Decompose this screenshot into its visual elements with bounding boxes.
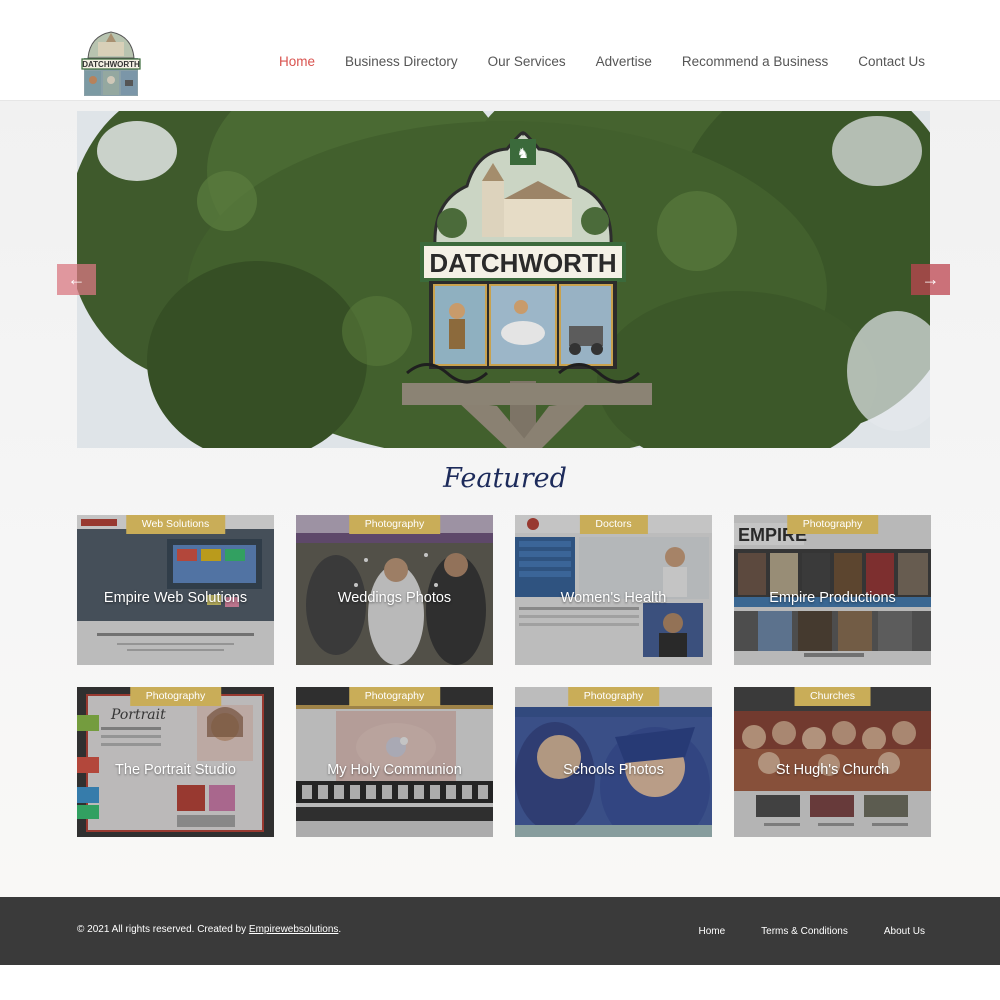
hero-image: ♞ DATCHWORTH [77,111,930,448]
featured-card-st-hughs-church[interactable]: Churches St Hugh's Church [734,687,931,837]
card-category-badge[interactable]: Web Solutions [125,515,226,534]
card-category-badge[interactable]: Churches [794,687,871,706]
card-title: Schools Photos [563,762,664,778]
featured-card-weddings-photos[interactable]: Photography Weddings Photos [296,515,493,665]
site-footer: © 2021 All rights reserved. Created by E… [0,897,1000,965]
featured-card-holy-communion[interactable]: Photography My Holy Communion [296,687,493,837]
datchworth-logo[interactable]: DATCHWORTH [80,28,142,98]
card-category-badge[interactable]: Photography [786,515,879,534]
slider-prev-arrow-icon[interactable]: ← [57,264,96,295]
main-nav: Home Business Directory Our Services Adv… [249,54,925,69]
card-title: Weddings Photos [337,590,452,606]
page-bottom [0,965,1000,1000]
nav-recommend-business[interactable]: Recommend a Business [682,54,828,69]
featured-card-schools-photos[interactable]: Photography Schools Photos [515,687,712,837]
card-title: My Holy Communion [327,762,462,778]
nav-advertise[interactable]: Advertise [596,54,652,69]
featured-card-portrait-studio[interactable]: Portrait Photography The Portrait Studio [77,687,274,837]
featured-heading: Featured [443,463,567,494]
featured-card-empire-productions[interactable]: EMPIRE Photography Empire Productions [734,515,931,665]
card-category-badge[interactable]: Photography [129,687,222,706]
card-category-badge[interactable]: Photography [567,687,660,706]
card-category-badge[interactable]: Doctors [579,515,648,534]
copyright: © 2021 All rights reserved. Created by E… [77,924,341,935]
card-category-badge[interactable]: Photography [348,687,441,706]
card-title: Empire Web Solutions [103,590,248,606]
nav-contact-us[interactable]: Contact Us [858,54,925,69]
sign-text: DATCHWORTH [429,248,616,278]
copyright-prefix: © 2021 All rights reserved. Created by [77,924,249,935]
slider-next-arrow-icon[interactable]: → [911,264,950,295]
svg-text:♞: ♞ [517,145,530,161]
card-title: St Hugh's Church [775,762,890,778]
featured-card-empire-web-solutions[interactable]: Web Solutions Empire Web Solutions [77,515,274,665]
nav-home[interactable]: Home [279,54,315,69]
footer-link-terms[interactable]: Terms & Conditions [761,926,848,937]
footer-link-home[interactable]: Home [698,926,725,937]
site-header: DATCHWORTH Home Business Directory Our S… [0,0,1000,101]
card-title: Women's Health [560,590,667,606]
nav-business-directory[interactable]: Business Directory [345,54,458,69]
footer-links: Home Terms & Conditions About Us [662,926,925,937]
card-title: Empire Productions [769,590,896,606]
card-category-badge[interactable]: Photography [348,515,441,534]
featured-card-womens-health[interactable]: Doctors Women's Health [515,515,712,665]
copyright-suffix: . [338,924,342,935]
copyright-creator-link[interactable]: Empirewebsolutions [249,924,339,935]
logo-text: DATCHWORTH [82,60,140,69]
footer-link-about[interactable]: About Us [884,926,925,937]
card-title: The Portrait Studio [115,762,236,778]
nav-our-services[interactable]: Our Services [488,54,566,69]
hero-slider[interactable]: ♞ DATCHWORTH [77,111,930,448]
